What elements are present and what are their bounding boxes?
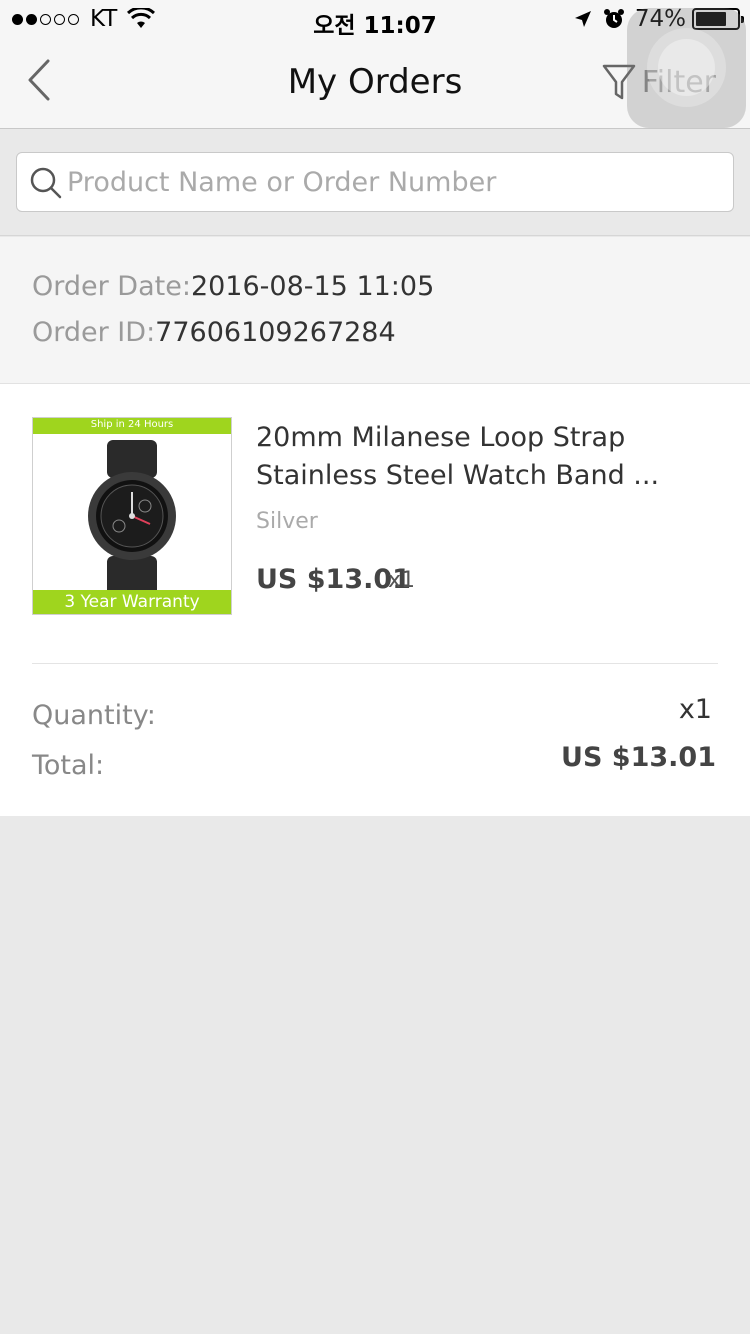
assistive-touch-button[interactable]	[627, 8, 746, 128]
search-input[interactable]	[67, 163, 717, 201]
quantity-value: x1	[678, 694, 712, 725]
order-date-value: 2016-08-15 11:05	[190, 271, 435, 302]
watch-image-icon	[88, 440, 176, 600]
search-section	[0, 130, 750, 236]
thumb-caption: 3 Year Warranty	[33, 590, 231, 614]
product-qty: x1	[388, 568, 416, 593]
search-icon	[30, 167, 62, 199]
order-date-row: Order Date:2016-08-15 11:05	[32, 271, 434, 302]
order-id-label: Order ID:	[32, 317, 156, 348]
total-label: Total:	[32, 750, 105, 781]
divider	[32, 663, 718, 664]
product-variant: Silver	[256, 509, 318, 534]
order-id-row: Order ID:77606109267284	[32, 317, 396, 348]
location-arrow-icon	[574, 11, 591, 27]
order-card[interactable]: Ship in 24 Hours 3 Year Warranty 20mm Mi…	[0, 383, 750, 816]
product-thumbnail[interactable]: Ship in 24 Hours 3 Year Warranty	[32, 417, 232, 615]
search-box[interactable]	[16, 152, 734, 212]
total-value: US $13.01	[561, 742, 716, 773]
alarm-icon	[603, 9, 624, 28]
order-date-label: Order Date:	[32, 271, 191, 302]
product-title[interactable]: 20mm Milanese Loop Strap Stainless Steel…	[256, 419, 716, 495]
quantity-label: Quantity:	[32, 700, 156, 731]
order-header: Order Date:2016-08-15 11:05 Order ID:776…	[0, 237, 750, 383]
thumb-banner: Ship in 24 Hours	[33, 418, 231, 434]
order-id-value: 77606109267284	[155, 317, 396, 348]
